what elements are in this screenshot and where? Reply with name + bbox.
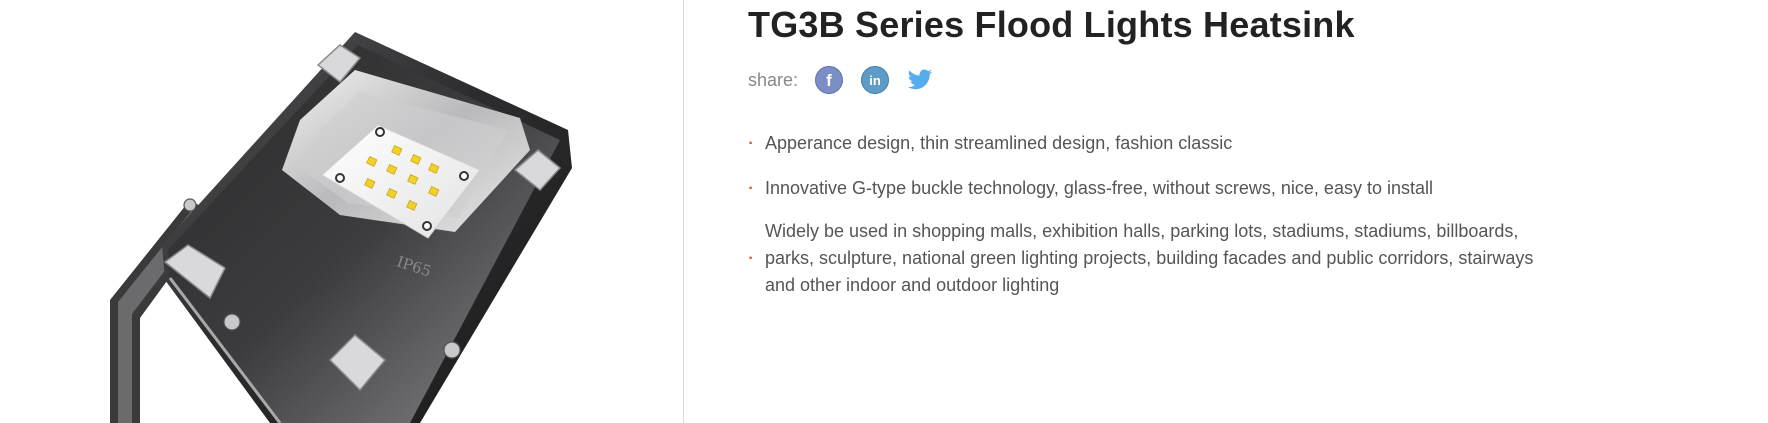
svg-text:f: f — [826, 71, 832, 90]
feature-text: Innovative G-type buckle technology, gla… — [765, 178, 1433, 198]
vertical-divider — [683, 0, 684, 423]
twitter-icon[interactable] — [907, 66, 933, 94]
linkedin-icon[interactable]: in — [861, 66, 890, 94]
share-label: share: — [748, 69, 799, 90]
bullet-icon: · — [748, 134, 754, 152]
bullet-icon: · — [748, 249, 754, 267]
flood-light-illustration: IP65 — [110, 32, 572, 423]
share-bar: share: f in — [748, 64, 951, 96]
list-item: · Innovative G-type buckle technology, g… — [748, 175, 1758, 202]
feature-text: Widely be used in shopping malls, exhibi… — [765, 221, 1534, 295]
feature-text: Apperance design, thin streamlined desig… — [765, 133, 1233, 153]
svg-text:in: in — [869, 73, 881, 88]
product-image: IP65 — [0, 0, 683, 423]
facebook-icon[interactable]: f — [815, 66, 844, 94]
page-title: TG3B Series Flood Lights Heatsink — [748, 4, 1355, 45]
list-item: · Apperance design, thin streamlined des… — [748, 130, 1758, 157]
list-item: · Widely be used in shopping malls, exhi… — [748, 218, 1758, 299]
bullet-icon: · — [748, 179, 754, 197]
